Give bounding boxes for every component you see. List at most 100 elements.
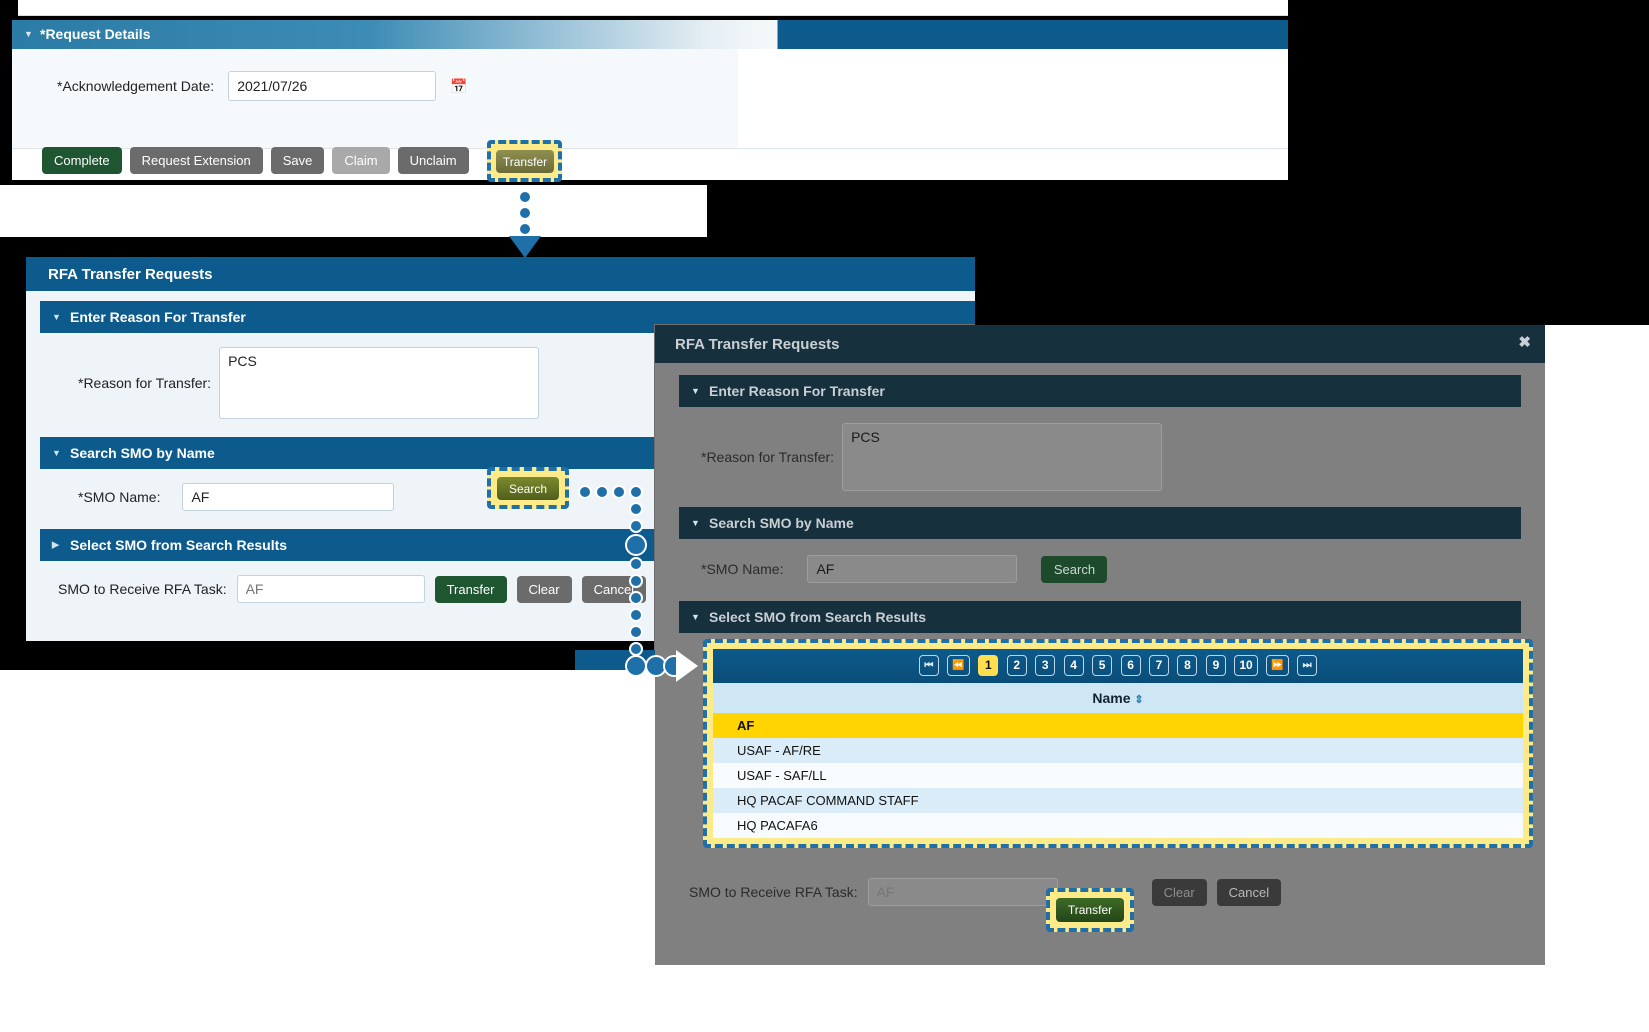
connector-dot [629, 642, 643, 656]
rfa-transfer-dimmed-titlebar: RFA Transfer Requests ✖ [655, 325, 1545, 363]
reason-for-transfer-textarea-dimmed[interactable] [842, 423, 1163, 491]
smo-name-label: *SMO Name: [78, 489, 161, 505]
request-details-card: ▼ *Request Details *Acknowledgement Date… [12, 20, 1288, 180]
pagination-page-2[interactable]: 2 [1006, 655, 1027, 676]
acknowledgement-date-row: *Acknowledgement Date: 📅 [57, 71, 468, 101]
mask-b [0, 185, 707, 237]
connector-dot [629, 519, 643, 533]
rfa-transfer-dialog-dimmed: RFA Transfer Requests ✖ ▼ Enter Reason F… [655, 325, 1545, 965]
clear-button[interactable]: Clear [516, 575, 572, 603]
connector-dot [595, 485, 609, 499]
row-name: AF [737, 718, 755, 733]
close-icon[interactable]: ✖ [1518, 333, 1531, 351]
table-row[interactable]: USAF - SAF/LL [713, 763, 1523, 788]
mask-f [10, 650, 575, 670]
results-column-header-label: Name [1092, 690, 1131, 706]
reason-for-transfer-label: *Reason for Transfer: [78, 375, 212, 391]
connector-dot [518, 206, 532, 220]
row-name: USAF - SAF/LL [737, 768, 827, 783]
chevron-down-icon: ▼ [24, 29, 33, 39]
table-row[interactable]: AF [713, 713, 1523, 738]
claim-button[interactable]: Claim [332, 147, 390, 174]
search-results-highlight-wrapper: ⏮ ⏪ 1 2 3 4 5 6 7 8 9 10 ⏩ ⏭ Name ⇕ AF U… [703, 639, 1533, 848]
transfer-confirm-button-dimmed[interactable]: Transfer [1056, 898, 1124, 922]
smo-to-receive-label-dimmed: SMO to Receive RFA Task: [689, 884, 858, 900]
acknowledgement-date-input[interactable] [228, 71, 437, 101]
connector-dot [629, 485, 643, 499]
mask-j [1545, 325, 1649, 965]
smo-to-receive-input-dimmed[interactable] [867, 878, 1058, 906]
cancel-button-dimmed[interactable]: Cancel [1216, 878, 1282, 906]
pagination-page-10[interactable]: 10 [1234, 655, 1258, 676]
smo-name-input-dimmed[interactable] [807, 555, 1018, 583]
unclaim-button[interactable]: Unclaim [397, 147, 469, 174]
reason-for-transfer-label-dimmed: *Reason for Transfer: [701, 449, 835, 465]
pagination-first-icon[interactable]: ⏮ [918, 655, 939, 676]
mask-d [1290, 0, 1649, 190]
search-smo-section-header-dimmed[interactable]: ▼ Search SMO by Name [679, 507, 1521, 539]
enter-reason-section-label: Enter Reason For Transfer [70, 309, 246, 325]
select-smo-section-label-dimmed: Select SMO from Search Results [709, 609, 927, 625]
pagination-last-icon[interactable]: ⏭ [1297, 655, 1318, 676]
pagination-page-6[interactable]: 6 [1120, 655, 1141, 676]
transfer-button[interactable]: Transfer [496, 150, 554, 173]
select-smo-section-header-dimmed[interactable]: ▼ Select SMO from Search Results [679, 601, 1521, 633]
mask-i [0, 965, 1649, 1032]
rfa-transfer-title: RFA Transfer Requests [48, 266, 213, 283]
screenshot-stage: ▼ *Request Details *Acknowledgement Date… [0, 0, 1649, 1032]
pagination-page-7[interactable]: 7 [1149, 655, 1169, 676]
request-action-buttons: Complete Request Extension Save Claim Un… [42, 147, 549, 174]
reason-for-transfer-textarea[interactable] [219, 347, 540, 419]
clear-button-dimmed[interactable]: Clear [1151, 878, 1207, 906]
complete-button[interactable]: Complete [42, 147, 122, 174]
sort-updown-icon[interactable]: ⇕ [1134, 694, 1143, 706]
pagination-bar: ⏮ ⏪ 1 2 3 4 5 6 7 8 9 10 ⏩ ⏭ [713, 649, 1523, 683]
pagination-page-5[interactable]: 5 [1092, 655, 1113, 676]
request-details-footer: Complete Request Extension Save Claim Un… [12, 147, 1288, 180]
row-name: HQ PACAFA6 [737, 818, 818, 833]
search-smo-section-label: Search SMO by Name [70, 445, 215, 461]
calendar-icon[interactable]: 📅 [450, 78, 467, 95]
pagination-page-9[interactable]: 9 [1205, 655, 1226, 676]
mask-e [975, 237, 1649, 325]
chevron-down-icon: ▼ [691, 518, 700, 528]
connector-dot [625, 534, 647, 556]
request-extension-button[interactable]: Request Extension [129, 147, 263, 174]
pagination-page-4[interactable]: 4 [1063, 655, 1084, 676]
table-row[interactable]: HQ PACAFA6 [713, 813, 1523, 838]
request-details-panel: ▼ *Request Details *Acknowledgement Date… [0, 0, 1290, 188]
search-button-dimmed[interactable]: Search [1041, 555, 1108, 583]
chevron-down-icon: ▼ [52, 448, 61, 458]
table-row[interactable]: USAF - AF/RE [713, 738, 1523, 763]
row-name: USAF - AF/RE [737, 743, 821, 758]
smo-to-receive-input[interactable] [236, 575, 425, 603]
pagination-next-icon[interactable]: ⏩ [1266, 655, 1289, 676]
chevron-right-icon: ▶ [52, 539, 59, 550]
acknowledgement-date-label: *Acknowledgement Date: [57, 78, 215, 94]
pagination-prev-icon[interactable]: ⏪ [947, 655, 970, 676]
connector-dot [629, 502, 643, 516]
connector-dot [518, 190, 532, 204]
enter-reason-section-label-dimmed: Enter Reason For Transfer [709, 383, 885, 399]
results-column-header-name[interactable]: Name ⇕ [713, 683, 1523, 713]
transfer-confirm-button[interactable]: Transfer [434, 575, 507, 603]
pagination-page-3[interactable]: 3 [1035, 655, 1056, 676]
pagination-page-1[interactable]: 1 [978, 655, 999, 676]
smo-name-input[interactable] [182, 483, 395, 511]
row-name: HQ PACAF COMMAND STAFF [737, 793, 919, 808]
request-details-header[interactable]: ▼ *Request Details [12, 20, 1288, 49]
smo-to-receive-label: SMO to Receive RFA Task: [58, 581, 227, 597]
chevron-down-icon: ▼ [52, 312, 61, 322]
pagination-page-8[interactable]: 8 [1177, 655, 1198, 676]
connector-dot [629, 557, 643, 571]
enter-reason-section-header-dimmed[interactable]: ▼ Enter Reason For Transfer [679, 375, 1521, 407]
search-button[interactable]: Search [497, 477, 559, 500]
connector-dot [578, 485, 592, 499]
request-details-body-right [738, 49, 1288, 149]
request-details-body: *Acknowledgement Date: 📅 [12, 49, 738, 149]
save-button[interactable]: Save [270, 147, 325, 174]
reason-row-dimmed: *Reason for Transfer: [679, 407, 1521, 507]
table-row[interactable]: HQ PACAF COMMAND STAFF [713, 788, 1523, 813]
connector-arrow-down [509, 236, 541, 258]
connector-dot [518, 222, 532, 236]
